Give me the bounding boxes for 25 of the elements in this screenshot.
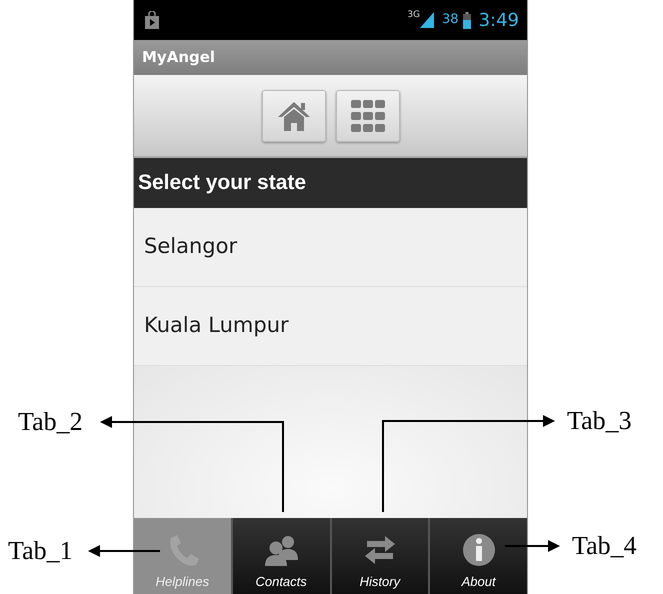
store-bag-icon — [144, 11, 160, 29]
tab[interactable]: About — [430, 518, 527, 594]
callout-label: Tab_1 — [8, 538, 73, 564]
battery-icon — [462, 12, 471, 28]
callout-label: Tab_2 — [18, 409, 83, 435]
leader-line — [88, 545, 160, 557]
clock: 3:49 — [478, 8, 519, 32]
callout-label: Tab_4 — [572, 533, 637, 559]
signal-icon — [420, 12, 434, 28]
state-list-item[interactable]: Kuala Lumpur — [134, 287, 527, 366]
leader-line — [505, 540, 560, 552]
network-type: 3G — [407, 9, 420, 22]
header-title: Select your state — [138, 170, 306, 196]
state-list-item[interactable]: Selangor — [134, 208, 527, 287]
battery-level: 38 — [442, 11, 459, 30]
contacts-icon — [264, 534, 298, 568]
tab[interactable]: History — [332, 518, 428, 594]
info-icon — [462, 534, 496, 568]
tab[interactable]: Contacts — [232, 518, 330, 594]
app-title: MyAngel — [142, 47, 216, 68]
home-button[interactable] — [262, 90, 326, 142]
grid-icon — [350, 100, 384, 132]
grid-menu-button[interactable] — [336, 90, 400, 142]
callout-label: Tab_3 — [567, 408, 632, 434]
home-icon — [276, 100, 312, 132]
